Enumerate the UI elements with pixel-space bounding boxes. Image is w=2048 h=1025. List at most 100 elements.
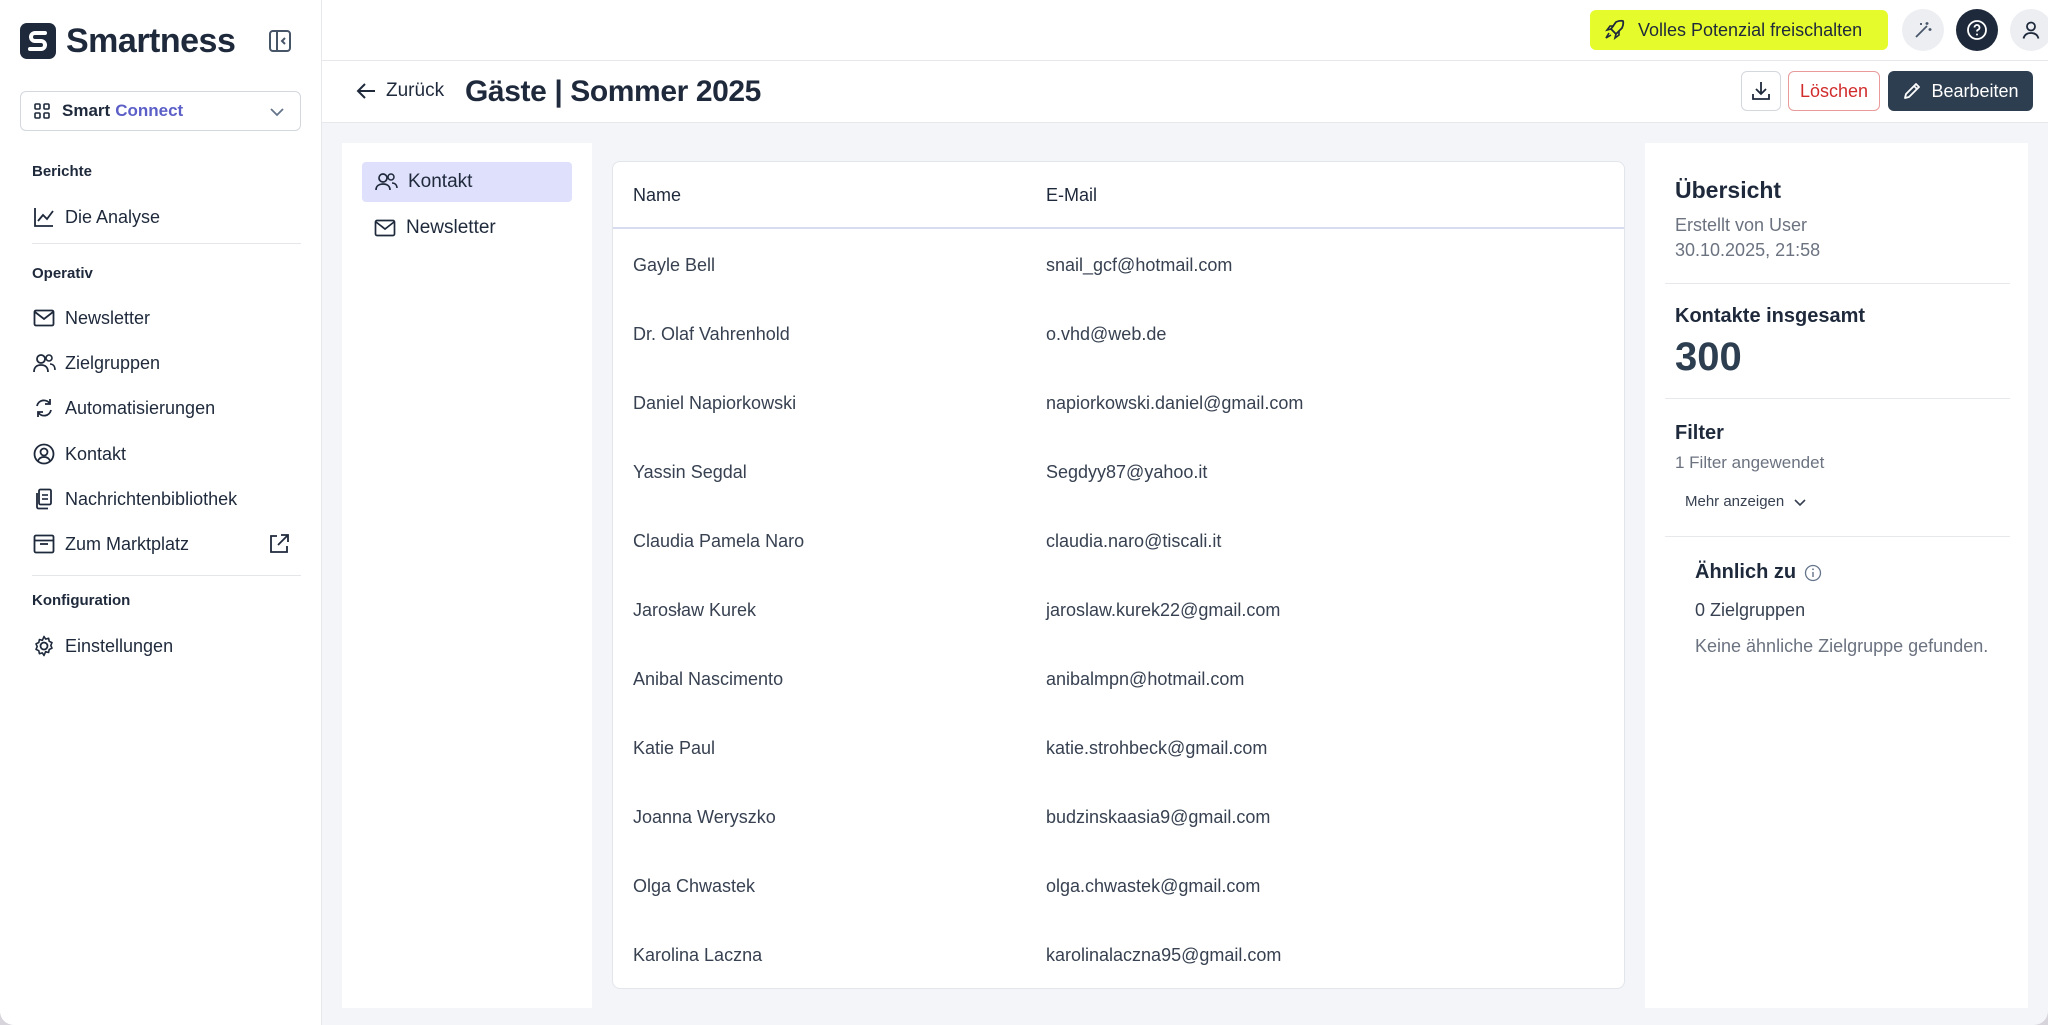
help-icon[interactable]: [1956, 9, 1998, 51]
cell-name: Jarosław Kurek: [633, 600, 757, 620]
created-by: Erstellt von User: [1675, 215, 1808, 235]
cell-email: claudia.naro@tiscali.it: [1046, 531, 1222, 551]
documents-icon: [32, 487, 56, 511]
sidebar-item-label: Zielgruppen: [65, 352, 161, 373]
nav-group-operativ: Operativ: [32, 265, 93, 282]
table-row[interactable]: Karolina Laczna karolinalaczna95@gmail.co…: [613, 921, 1624, 988]
user-account-icon[interactable]: [2010, 9, 2048, 51]
sidebar-item-label: Die Analyse: [65, 206, 161, 227]
cell-email: napiorkowski.daniel@gmail.com: [1046, 393, 1304, 413]
page-header: Zurück Gäste | Sommer 2025 Löschen Bearb…: [322, 61, 2048, 123]
magic-wand-icon[interactable]: [1902, 9, 1944, 51]
back-link[interactable]: Zurück: [355, 80, 444, 102]
table-row[interactable]: Olga Chwastek olga.chwastek@gmail.com: [613, 852, 1624, 921]
cell-name: Dr. Olaf Vahrenhold: [633, 324, 790, 344]
column-header-name[interactable]: Name: [633, 185, 681, 206]
nav-group-berichte: Berichte: [32, 163, 93, 180]
cell-email: budzinskaasia9@gmail.com: [1046, 807, 1271, 827]
similar-heading: Ähnlich zu: [1695, 561, 1822, 584]
download-icon: [1750, 80, 1772, 102]
sidebar: Smartness Smart Connect Berichte Die Ana…: [0, 0, 322, 1025]
refresh-icon: [32, 396, 56, 420]
brand-logo[interactable]: Smartness: [20, 20, 236, 62]
table-row[interactable]: Jarosław Kurek jaroslaw.kurek22@gmail.com: [613, 576, 1624, 645]
created-at: 30.10.2025, 21:58: [1675, 240, 1821, 260]
tab-label: Newsletter: [406, 217, 496, 238]
mail-icon: [32, 306, 56, 330]
chart-line-icon: [32, 205, 56, 229]
sidebar-item-zum-marktplatz[interactable]: Zum Marktplatz: [32, 526, 302, 562]
cell-name: Anibal Nascimento: [633, 669, 784, 689]
sidebar-collapse-icon[interactable]: [267, 28, 293, 54]
column-header-email[interactable]: E-Mail: [1046, 185, 1097, 206]
page-title: Gäste | Sommer 2025: [465, 75, 761, 108]
show-more-link[interactable]: Mehr anzeigen: [1685, 493, 1808, 510]
sidebar-item-zielgruppen[interactable]: Zielgruppen: [32, 345, 302, 381]
download-button[interactable]: [1741, 71, 1781, 111]
cell-email: olga.chwastek@gmail.com: [1046, 876, 1261, 896]
cell-email: o.vhd@web.de: [1046, 324, 1167, 344]
users-icon: [374, 172, 408, 192]
top-bar: Volles Potenzial freischalten: [322, 0, 2048, 61]
cell-email: jaroslaw.kurek22@gmail.com: [1046, 600, 1281, 620]
pencil-icon: [1902, 81, 1931, 101]
sidebar-item-automatisierungen[interactable]: Automatisierungen: [32, 390, 302, 426]
gear-icon: [32, 634, 56, 658]
similar-label: Ähnlich zu: [1695, 561, 1797, 583]
filter-label: Filter: [1675, 422, 1724, 444]
cell-name: Olga Chwastek: [633, 876, 756, 896]
upgrade-label: Volles Potenzial freischalten: [1638, 19, 1863, 40]
cell-name: Daniel Napiorkowski: [633, 393, 797, 413]
sidebar-item-label: Nachrichtenbibliothek: [65, 488, 238, 509]
rocket-icon: [1604, 19, 1638, 41]
tab-label: Kontakt: [408, 171, 473, 192]
product-switcher[interactable]: Smart Connect: [20, 91, 301, 131]
smartness-logo-icon: [20, 23, 56, 59]
nav-group-konfiguration: Konfiguration: [32, 592, 131, 609]
table-row[interactable]: Gayle Bell snail_gcf@hotmail.com: [613, 231, 1624, 300]
chevron-down-icon: [1784, 494, 1808, 510]
sidebar-item-newsletter[interactable]: Newsletter: [32, 300, 302, 336]
divider: [1665, 398, 2010, 399]
nav-divider: [32, 243, 301, 244]
contacts-table: Name E-Mail Gayle Bell snail_gcf@hotmail.…: [612, 161, 1625, 989]
sidebar-item-nachrichtenbibliothek[interactable]: Nachrichtenbibliothek: [32, 481, 302, 517]
sidebar-item-label: Zum Marktplatz: [65, 533, 190, 554]
upgrade-button[interactable]: Volles Potenzial freischalten: [1590, 10, 1888, 50]
tab-kontakt[interactable]: Kontakt: [362, 162, 572, 202]
user-circle-icon: [32, 442, 56, 466]
similar-count: 0 Zielgruppen: [1695, 600, 1806, 620]
table-row[interactable]: Claudia Pamela Naro claudia.naro@tiscali.…: [613, 507, 1624, 576]
delete-button[interactable]: Löschen: [1788, 71, 1880, 111]
table-row[interactable]: Anibal Nascimento anibalmpn@hotmail.com: [613, 645, 1624, 714]
table-row[interactable]: Joanna Weryszko budzinskaasia9@gmail.com: [613, 783, 1624, 852]
cell-email: karolinalaczna95@gmail.com: [1046, 945, 1282, 965]
sidebar-item-kontakt[interactable]: Kontakt: [32, 436, 302, 472]
edit-button[interactable]: Bearbeiten: [1888, 71, 2033, 111]
cell-name: Karolina Laczna: [633, 945, 763, 965]
sidebar-item-label: Automatisierungen: [65, 397, 216, 418]
info-icon[interactable]: [1796, 564, 1822, 582]
mail-icon: [374, 219, 406, 237]
chevron-down-icon: [268, 103, 286, 121]
table-row[interactable]: Dr. Olaf Vahrenhold o.vhd@web.de: [613, 300, 1624, 369]
divider: [1665, 536, 2010, 537]
similar-empty-message: Keine ähnliche Zielgruppe gefunden.: [1695, 636, 1989, 656]
table-row[interactable]: Katie Paul katie.strohbeck@gmail.com: [613, 714, 1624, 783]
divider: [1665, 283, 2010, 284]
cell-name: Gayle Bell: [633, 255, 716, 275]
sidebar-item-einstellungen[interactable]: Einstellungen: [32, 628, 302, 664]
overview-panel: Übersicht Erstellt von User 30.10.2025, …: [1645, 143, 2028, 1008]
table-row[interactable]: Yassin Segdal Segdyy87@yahoo.it: [613, 438, 1624, 507]
product-name-part1: Smart: [62, 101, 111, 120]
filter-applied: 1 Filter angewendet: [1675, 453, 1825, 472]
arrow-left-icon: [355, 81, 386, 101]
table-header: Name E-Mail: [613, 162, 1624, 229]
nav-divider: [32, 575, 301, 576]
overview-title: Übersicht: [1675, 177, 1782, 203]
users-icon: [32, 351, 56, 375]
tab-newsletter[interactable]: Newsletter: [362, 208, 572, 248]
table-row[interactable]: Daniel Napiorkowski napiorkowski.daniel@g…: [613, 369, 1624, 438]
sidebar-item-die-analyse[interactable]: Die Analyse: [32, 199, 302, 235]
total-contacts-label: Kontakte insgesamt: [1675, 305, 1866, 327]
